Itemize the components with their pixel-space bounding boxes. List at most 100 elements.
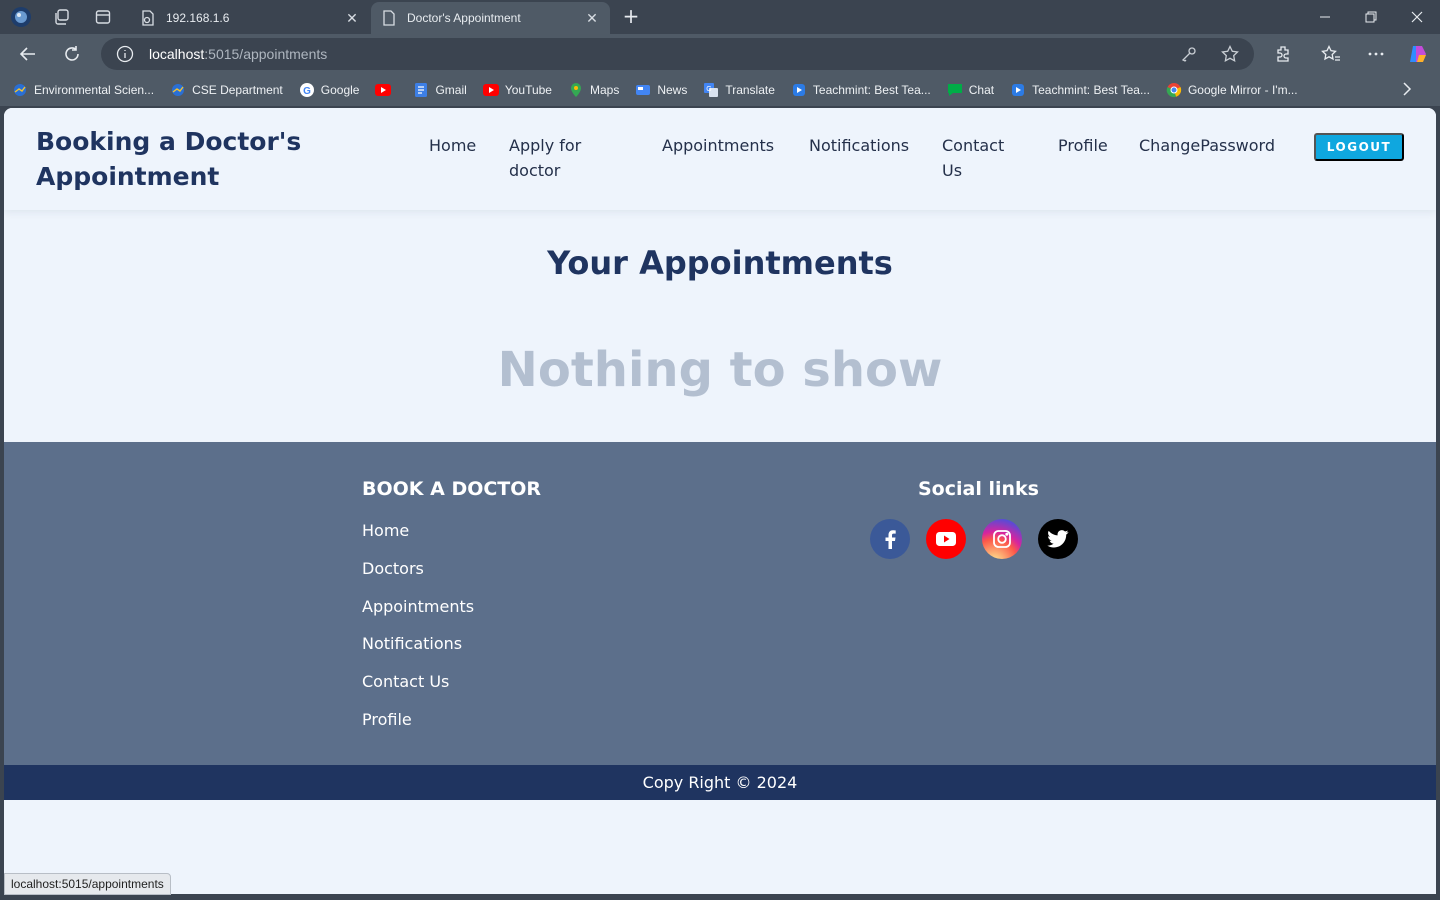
youtube-icon — [375, 82, 392, 98]
bookmark-item[interactable]: Teachmint: Best Tea... — [791, 82, 931, 98]
bookmark-label: Teachmint: Best Tea... — [812, 83, 931, 97]
teachmint-icon — [791, 82, 807, 98]
tab-title: Doctor's Appointment — [407, 11, 521, 25]
chevron-right-icon[interactable] — [1402, 82, 1412, 99]
bookmark-item[interactable]: Chat — [947, 82, 994, 98]
bookmark-label: CSE Department — [192, 83, 283, 97]
social-links-heading: Social links — [918, 478, 1039, 500]
facebook-icon[interactable] — [870, 519, 910, 559]
bookmark-label: Google — [320, 83, 360, 97]
youtube-icon[interactable] — [926, 519, 966, 559]
vertical-tabs-icon[interactable] — [92, 6, 114, 28]
minimize-icon[interactable] — [1302, 0, 1348, 34]
browser-tab-strip: 192.168.1.6 ✕ Doctor's Appointment ✕ + — [0, 0, 1440, 34]
bookmark-site-icon — [12, 82, 28, 98]
footer-link-profile[interactable]: Profile — [362, 710, 412, 729]
footer-link-home[interactable]: Home — [362, 521, 409, 540]
copyright-bar: Copy Right © 2024 — [4, 765, 1436, 800]
bookmark-item[interactable]: Gmail — [413, 82, 467, 98]
tab-ip-address[interactable]: 192.168.1.6 ✕ — [130, 2, 370, 34]
profile-avatar-icon[interactable] — [10, 6, 32, 28]
logout-button[interactable]: LOGOUT — [1314, 133, 1404, 161]
restore-icon[interactable] — [1348, 0, 1394, 34]
browser-toolbar: localhost:5015/appointments — [0, 34, 1440, 74]
bookmark-item[interactable]: G Translate — [703, 82, 775, 98]
site-footer: BOOK A DOCTOR Home Doctors Appointments … — [4, 442, 1436, 765]
bookmark-item[interactable]: G Google — [299, 82, 360, 98]
address-path: :5015/appointments — [204, 46, 328, 62]
close-icon[interactable]: ✕ — [344, 10, 360, 26]
bookmarks-bar: Environmental Scien... CSE Department G … — [0, 74, 1440, 106]
google-icon: G — [299, 82, 315, 98]
bookmark-item[interactable]: Google Mirror - I'm... — [1166, 82, 1298, 98]
page-title: Your Appointments — [547, 244, 893, 282]
bookmark-label: Chat — [968, 83, 995, 97]
brand-line-1: Booking a Doctor's — [36, 127, 302, 156]
favorites-icon[interactable] — [1316, 40, 1346, 68]
nav-appointments[interactable]: Appointments — [662, 133, 774, 158]
bookmark-label: Environmental Scien... — [34, 83, 155, 97]
empty-state-message: Nothing to show — [497, 342, 943, 398]
gmail-icon — [413, 82, 429, 98]
chat-icon — [947, 82, 963, 98]
address-bar[interactable]: localhost:5015/appointments — [101, 38, 1254, 70]
translate-icon: G — [703, 82, 719, 98]
nav-profile[interactable]: Profile — [1058, 133, 1108, 158]
nav-apply-for-doctor[interactable]: Apply for doctor — [509, 133, 629, 183]
bookmark-label: Gmail — [435, 83, 467, 97]
more-menu-icon[interactable] — [1361, 40, 1391, 68]
nav-change-password[interactable]: ChangePassword — [1139, 133, 1275, 158]
site-brand[interactable]: Booking a Doctor's Appointment — [36, 124, 336, 194]
bookmark-item[interactable] — [375, 82, 397, 98]
chrome-icon — [1166, 82, 1182, 98]
page-icon — [381, 10, 397, 26]
footer-link-contact-us[interactable]: Contact Us — [362, 672, 449, 691]
bookmark-item[interactable]: YouTube — [482, 82, 552, 98]
tab-title: 192.168.1.6 — [166, 11, 230, 25]
instagram-icon[interactable] — [982, 519, 1022, 559]
bookmark-label: Maps — [589, 83, 620, 97]
workspaces-icon[interactable] — [51, 6, 73, 28]
bookmark-item[interactable]: News — [635, 82, 687, 98]
nav-notifications[interactable]: Notifications — [809, 133, 909, 158]
bookmark-item[interactable]: CSE Department — [170, 82, 283, 98]
bookmark-label: News — [657, 83, 688, 97]
page-icon — [140, 10, 156, 26]
teachmint-icon — [1010, 82, 1026, 98]
bookmark-label: Teachmint: Best Tea... — [1032, 83, 1150, 97]
close-window-icon[interactable] — [1394, 0, 1440, 34]
twitter-icon[interactable] — [1038, 519, 1078, 559]
page-viewport: Booking a Doctor's Appointment Home Appl… — [4, 108, 1436, 894]
site-header: Booking a Doctor's Appointment Home Appl… — [4, 108, 1436, 210]
copilot-icon[interactable] — [1403, 40, 1433, 68]
close-icon[interactable]: ✕ — [584, 10, 600, 26]
nav-home[interactable]: Home — [429, 133, 476, 158]
footer-link-appointments[interactable]: Appointments — [362, 597, 474, 616]
footer-link-doctors[interactable]: Doctors — [362, 559, 424, 578]
back-arrow-icon[interactable] — [13, 40, 43, 68]
news-icon — [635, 82, 651, 98]
bookmark-item[interactable]: Maps — [568, 82, 619, 98]
reload-icon[interactable] — [57, 40, 87, 68]
tab-doctors-appointment[interactable]: Doctor's Appointment ✕ — [371, 2, 610, 34]
extensions-icon[interactable] — [1268, 40, 1298, 68]
link-status-tooltip: localhost:5015/appointments — [4, 873, 171, 895]
bookmark-label: YouTube — [504, 83, 552, 97]
bookmark-label: Google Mirror - I'm... — [1187, 83, 1298, 97]
copyright-text: Copy Right © 2024 — [642, 773, 798, 792]
key-icon[interactable] — [1179, 44, 1199, 64]
address-host: localhost — [149, 46, 205, 62]
favorite-star-icon[interactable] — [1220, 44, 1240, 64]
new-tab-icon[interactable]: + — [620, 6, 642, 28]
bookmark-site-icon — [170, 82, 186, 98]
maps-icon — [568, 82, 584, 98]
bookmark-item[interactable]: Environmental Scien... — [12, 82, 154, 98]
brand-line-2: Appointment — [36, 162, 220, 191]
footer-heading: BOOK A DOCTOR — [362, 478, 542, 500]
svg-text:G: G — [707, 86, 712, 93]
footer-link-notifications[interactable]: Notifications — [362, 634, 462, 653]
nav-contact-us[interactable]: Contact Us — [942, 133, 1032, 183]
bookmark-label: Translate — [725, 83, 775, 97]
site-info-icon[interactable] — [115, 44, 135, 64]
bookmark-item[interactable]: Teachmint: Best Tea... — [1010, 82, 1150, 98]
